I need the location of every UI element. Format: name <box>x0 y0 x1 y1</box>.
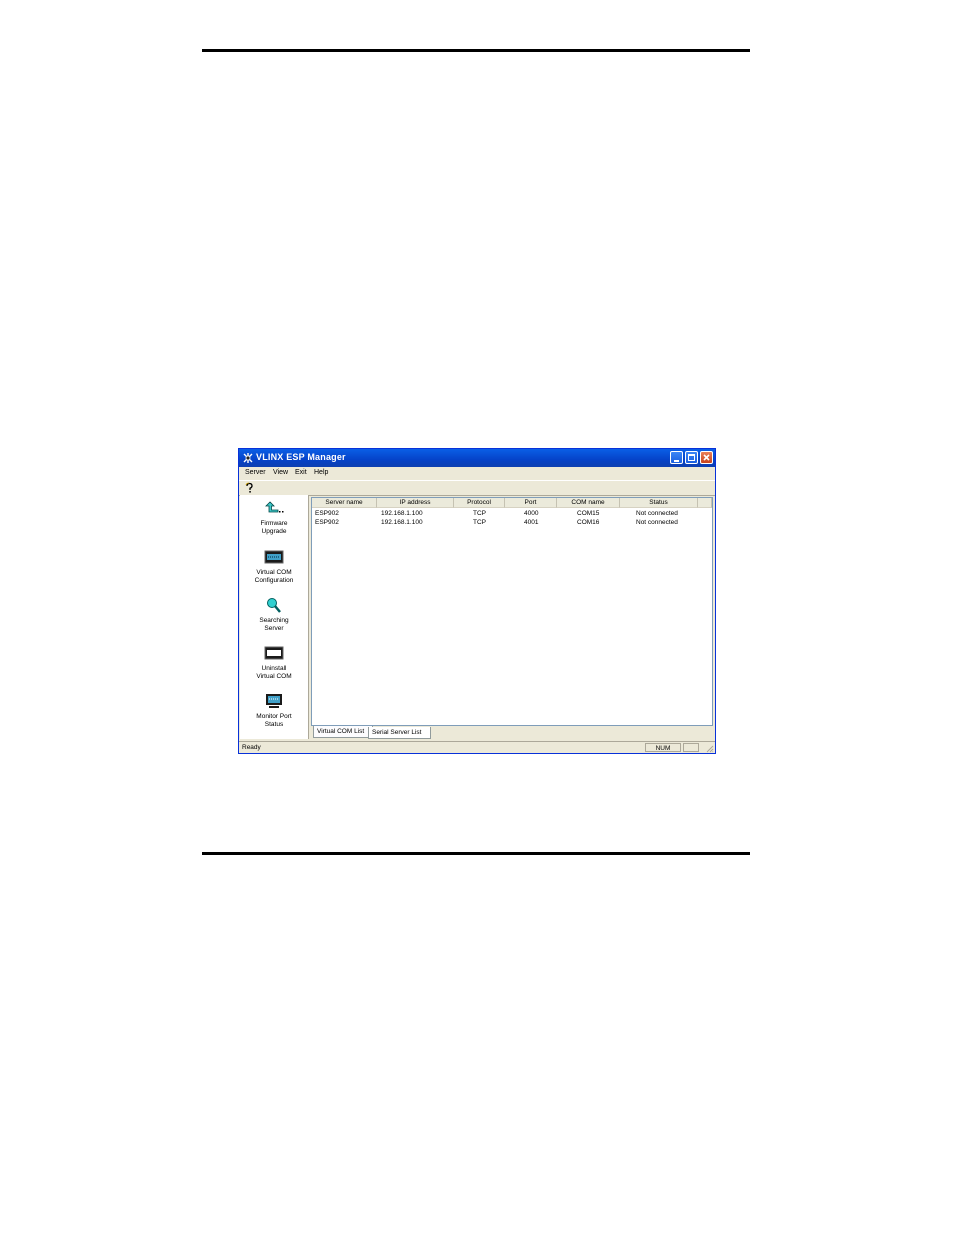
sidebar-label-configuration: Configuration <box>254 577 294 584</box>
column-header-status[interactable]: Status <box>620 498 698 508</box>
sidebar-label-virtual-com: Virtual COM <box>256 569 292 576</box>
maximize-button[interactable] <box>685 451 698 464</box>
menu-help[interactable]: Help <box>314 469 328 476</box>
status-text: Ready <box>242 744 261 751</box>
cell-com-name: COM16 <box>577 519 600 526</box>
bottom-rule <box>202 852 750 855</box>
status-bar: Ready NUM <box>239 741 715 754</box>
minimize-button[interactable] <box>670 451 683 464</box>
menu-bar: Server View Exit Help <box>239 467 715 479</box>
column-header-ip-address[interactable]: IP address <box>377 498 454 508</box>
sidebar-label-upgrade: Upgrade <box>261 528 287 535</box>
virtual-com-config-icon <box>264 550 284 564</box>
column-header-server-name[interactable]: Server name <box>312 498 377 508</box>
cell-server-name: ESP902 <box>315 519 339 526</box>
minimize-icon <box>674 460 679 462</box>
help-question-icon[interactable] <box>243 482 255 494</box>
cell-protocol: TCP <box>473 519 486 526</box>
sidebar-item-firmware-upgrade[interactable]: Firmware Upgrade <box>240 500 308 536</box>
maximize-icon <box>688 454 695 461</box>
app-network-icon <box>243 453 253 463</box>
sidebar-item-searching-server[interactable]: Searching Server <box>240 597 308 633</box>
sidebar-item-monitor-port-status[interactable]: Monitor Port Status <box>240 693 308 729</box>
cell-port: 4000 <box>524 510 539 517</box>
column-header-com-name[interactable]: COM name <box>557 498 620 508</box>
sidebar-label-server: Server <box>264 625 284 632</box>
title-bar[interactable]: VLINX ESP Manager <box>239 449 715 467</box>
cell-status: Not connected <box>636 510 678 517</box>
sidebar-label-searching: Searching <box>259 617 289 624</box>
column-header-protocol[interactable]: Protocol <box>454 498 505 508</box>
table-row[interactable]: ESP902 192.168.1.100 TCP 4000 COM15 Not … <box>312 509 712 518</box>
sidebar-label-uninstall: Uninstall <box>261 665 287 672</box>
table-row[interactable]: ESP902 192.168.1.100 TCP 4001 COM16 Not … <box>312 518 712 527</box>
app-window: VLINX ESP Manager Server View Exit Help <box>238 448 716 754</box>
column-header-port[interactable]: Port <box>505 498 557 508</box>
tab-serial-server-list[interactable]: Serial Server List <box>368 727 431 739</box>
column-header-filler <box>698 498 712 508</box>
sidebar-label-virtual-com-2: Virtual COM <box>256 673 292 680</box>
sidebar-label-monitor-port: Monitor Port <box>256 713 292 720</box>
top-rule <box>202 49 750 52</box>
sidebar: Firmware Upgrade Virtual COM Configurati… <box>240 495 309 739</box>
sidebar-label-firmware: Firmware <box>260 520 288 527</box>
resize-grip-icon[interactable] <box>706 745 714 753</box>
cell-protocol: TCP <box>473 510 486 517</box>
close-button[interactable] <box>700 451 713 464</box>
uninstall-virtual-com-icon <box>264 646 284 660</box>
num-lock-indicator: NUM <box>645 743 681 752</box>
sidebar-item-uninstall-virtual-com[interactable]: Uninstall Virtual COM <box>240 645 308 681</box>
server-list-view[interactable]: Server name IP address Protocol Port COM… <box>311 497 713 726</box>
monitor-port-icon <box>266 694 282 708</box>
menu-exit[interactable]: Exit <box>295 469 307 476</box>
search-magnifier-icon <box>267 598 281 613</box>
cell-com-name: COM15 <box>577 510 600 517</box>
toolbar <box>239 480 715 496</box>
cell-server-name: ESP902 <box>315 510 339 517</box>
cell-ip-address: 192.168.1.100 <box>381 510 423 517</box>
sidebar-item-virtual-com-configuration[interactable]: Virtual COM Configuration <box>240 549 308 585</box>
tab-virtual-com-list[interactable]: Virtual COM List <box>313 726 373 738</box>
window-title: VLINX ESP Manager <box>256 452 346 462</box>
sidebar-label-status: Status <box>264 721 284 728</box>
status-pane <box>683 743 699 752</box>
menu-view[interactable]: View <box>273 469 288 476</box>
cell-port: 4001 <box>524 519 539 526</box>
cell-ip-address: 192.168.1.100 <box>381 519 423 526</box>
close-icon <box>703 454 710 461</box>
cell-status: Not connected <box>636 519 678 526</box>
menu-server[interactable]: Server <box>245 469 266 476</box>
firmware-upgrade-arrow-icon <box>265 501 284 513</box>
